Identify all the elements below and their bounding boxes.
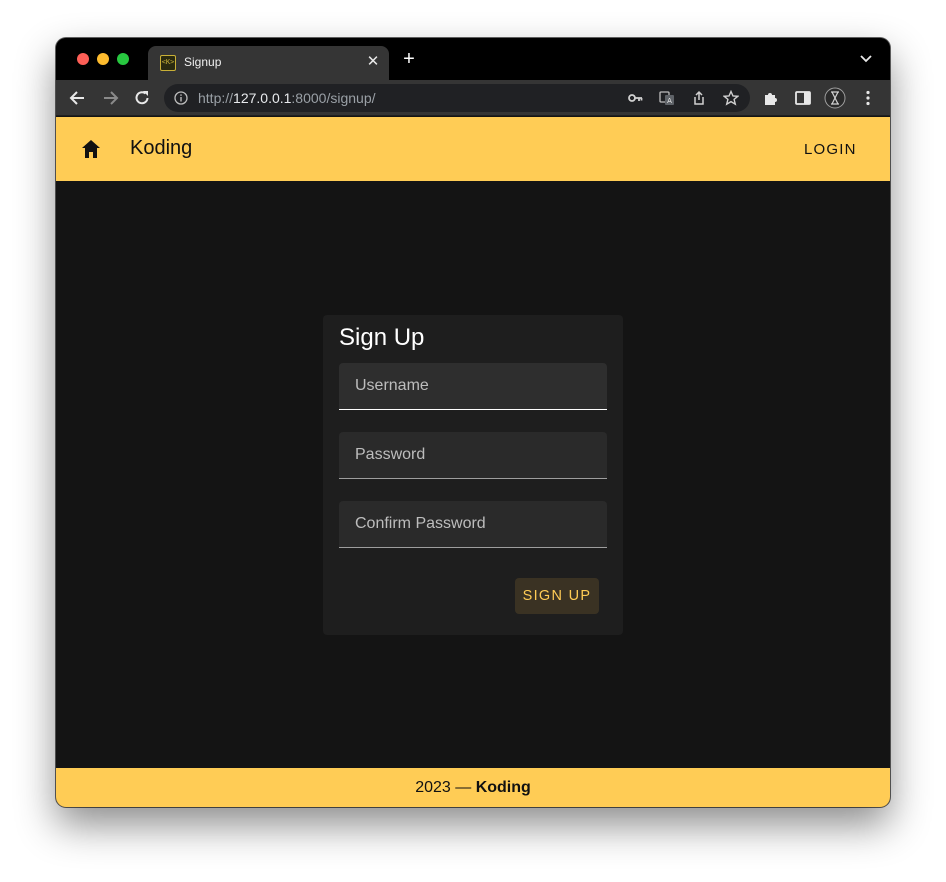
url-text: http://127.0.0.1:8000/signup/ xyxy=(198,90,376,106)
url-host: 127.0.0.1 xyxy=(233,90,292,106)
back-arrow-icon[interactable] xyxy=(68,88,88,108)
reload-icon[interactable] xyxy=(132,88,152,108)
confirm-password-field[interactable]: Confirm Password xyxy=(339,501,607,548)
bookmark-star-icon[interactable] xyxy=(723,90,739,106)
new-tab-icon[interactable]: + xyxy=(400,49,418,69)
password-label: Password xyxy=(355,446,426,463)
profile-avatar-icon[interactable] xyxy=(824,87,846,109)
page-content: Koding LOGIN Sign Up Username Password C… xyxy=(56,117,890,807)
share-icon[interactable] xyxy=(691,90,707,106)
key-icon[interactable] xyxy=(627,90,643,106)
tab-title: Signup xyxy=(184,55,222,69)
site-favicon-icon: <K> xyxy=(160,55,176,71)
browser-toolbar: http://127.0.0.1:8000/signup/ A xyxy=(56,80,890,116)
url-path: :8000/signup/ xyxy=(291,90,376,106)
maximize-window-button[interactable] xyxy=(117,53,129,65)
form-title: Sign Up xyxy=(339,324,425,351)
close-window-button[interactable] xyxy=(77,53,89,65)
svg-text:A: A xyxy=(667,97,672,105)
tab-search-chevron-icon[interactable] xyxy=(858,52,874,66)
url-scheme: http:// xyxy=(198,90,234,106)
browser-menu-icon[interactable] xyxy=(859,89,877,107)
home-icon[interactable] xyxy=(80,138,102,160)
browser-window: <K> Signup ✕ + http://127.0.0.1:8000/sig… xyxy=(56,38,890,807)
footer-brand: Koding xyxy=(475,779,531,796)
translate-icon[interactable]: A xyxy=(659,90,675,106)
tab-signup[interactable]: <K> Signup ✕ xyxy=(148,46,389,80)
username-field[interactable]: Username xyxy=(339,363,607,410)
password-field[interactable]: Password xyxy=(339,432,607,479)
brand-title[interactable]: Koding xyxy=(130,137,192,160)
tab-strip: <K> Signup ✕ + xyxy=(56,38,890,80)
extensions-puzzle-icon[interactable] xyxy=(762,89,780,107)
forward-arrow-icon[interactable] xyxy=(100,88,120,108)
sign-up-button[interactable]: SIGN UP xyxy=(515,578,599,614)
address-bar[interactable]: http://127.0.0.1:8000/signup/ A xyxy=(164,84,750,112)
footer-year: 2023 — xyxy=(415,779,476,796)
app-bar: Koding LOGIN xyxy=(56,117,890,181)
tab-close-icon[interactable]: ✕ xyxy=(365,53,381,71)
username-label: Username xyxy=(355,377,429,394)
confirm-password-label: Confirm Password xyxy=(355,515,486,532)
site-info-icon[interactable] xyxy=(174,91,188,105)
minimize-window-button[interactable] xyxy=(97,53,109,65)
signup-card: Sign Up Username Password Confirm Passwo… xyxy=(323,315,623,635)
login-button[interactable]: LOGIN xyxy=(804,141,857,158)
side-panel-icon[interactable] xyxy=(794,89,812,107)
footer: 2023 — Koding xyxy=(56,768,890,807)
